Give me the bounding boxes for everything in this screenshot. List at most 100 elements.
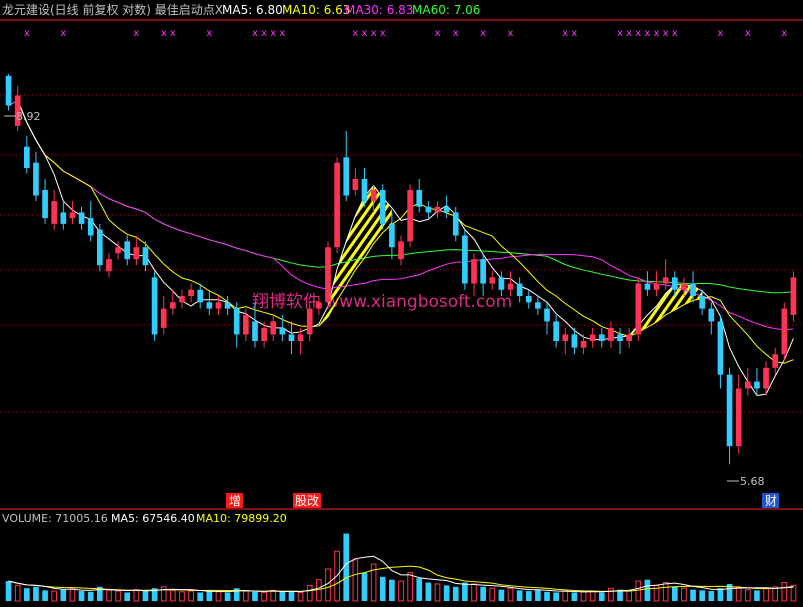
candle-down: [644, 283, 651, 290]
candle-down: [33, 162, 39, 196]
stock-chart[interactable]: xxxxxxxxxxxxxxxxxxxxxxxxxxxxxx 翔博软件 www.…: [0, 0, 803, 603]
candle-up: [261, 327, 267, 342]
signal-marker: x: [571, 28, 577, 39]
candle-up: [334, 162, 340, 248]
candle-down: [571, 334, 578, 348]
candle-down: [726, 374, 733, 447]
candle-up: [215, 302, 222, 309]
candle-up: [735, 388, 742, 447]
candle-down: [361, 178, 368, 202]
candle-up: [763, 367, 769, 389]
candle-up: [243, 314, 249, 335]
signal-marker: x: [672, 28, 678, 39]
volume-legend: VOLUME: 71005.16: [2, 512, 108, 525]
signal-marker: x: [161, 28, 167, 39]
ma30-legend: MA30: 6.83: [345, 3, 413, 17]
candle-down: [124, 241, 131, 260]
candle-down: [699, 295, 706, 309]
candle-up: [188, 289, 194, 296]
candle-down: [5, 75, 12, 106]
signal-marker: x: [24, 28, 30, 39]
candle-down: [525, 295, 532, 303]
signal-marker: x: [380, 28, 386, 39]
event-tag[interactable]: 财: [765, 494, 777, 508]
volume-bar-down: [5, 581, 12, 601]
candle-up: [106, 259, 112, 272]
candle-down: [60, 212, 67, 224]
candle-up: [772, 354, 779, 368]
candle-down: [279, 327, 286, 335]
volume-bar-down: [544, 591, 550, 601]
volume-bar-down: [717, 588, 724, 601]
volume-bar-down: [598, 592, 605, 601]
volume-bar-down: [425, 582, 432, 601]
candle-up: [744, 381, 751, 389]
candle-up: [662, 277, 669, 284]
signal-marker: x: [562, 28, 568, 39]
ma10-legend: MA10: 6.63: [282, 3, 350, 17]
signal-marker: x: [663, 28, 669, 39]
candle-down: [452, 212, 459, 236]
candle-down: [553, 321, 559, 342]
volume-bar-down: [690, 589, 696, 601]
candle-up: [407, 189, 413, 242]
candle-down: [288, 334, 295, 342]
candle-down: [224, 302, 231, 309]
candle-up: [306, 308, 313, 335]
candle-down: [343, 157, 350, 196]
candle-up: [297, 334, 304, 342]
candle-down: [96, 229, 103, 266]
candle-down: [516, 283, 523, 296]
candle-up: [790, 277, 797, 315]
candle-up: [51, 201, 58, 224]
signal-marker: x: [279, 28, 285, 39]
candle-up: [270, 321, 277, 335]
candle-down: [87, 218, 94, 236]
signal-marker: x: [717, 28, 723, 39]
volume-bar-down: [23, 588, 30, 601]
candle-up: [635, 283, 642, 335]
low-price-label: 5.68: [740, 475, 765, 488]
candle-down: [233, 308, 240, 335]
candle-up: [352, 178, 359, 190]
signal-marker: x: [635, 28, 641, 39]
volume-bar-down: [288, 591, 295, 601]
candle-down: [425, 206, 432, 213]
candle-down: [389, 223, 395, 248]
candle-down: [480, 259, 486, 284]
signal-marker: x: [133, 28, 139, 39]
candle-up: [653, 283, 660, 290]
candle-down: [252, 321, 258, 342]
event-tag[interactable]: 增: [229, 494, 241, 508]
volume-bar-down: [754, 590, 760, 601]
signal-marker: x: [361, 28, 367, 39]
volume-bar-down: [42, 590, 48, 601]
volume-bar-down: [361, 572, 368, 601]
candle-up: [589, 334, 596, 342]
ma5-legend: MA5: 6.80: [222, 3, 283, 17]
watermark: 翔博软件 www.xiangbosoft.com: [252, 292, 512, 312]
candle-up: [608, 327, 614, 342]
volume-bar-down: [224, 592, 231, 601]
signal-marker: x: [745, 28, 751, 39]
volume-bar-down: [452, 586, 459, 601]
candle-down: [23, 146, 30, 169]
candle-down: [151, 277, 158, 335]
volume-bar-down: [60, 589, 67, 601]
volume-bar-down: [78, 591, 85, 601]
volume-bar-down: [699, 590, 706, 601]
candle-up: [562, 334, 569, 342]
event-tag[interactable]: 股改: [295, 494, 319, 508]
volume-bar-down: [124, 592, 131, 601]
ma60-legend: MA60: 7.06: [412, 3, 480, 17]
candle-up: [580, 341, 587, 348]
signal-marker: x: [252, 28, 258, 39]
signal-marker: x: [781, 28, 787, 39]
volume-bar-down: [416, 578, 423, 601]
candle-up: [681, 283, 687, 290]
volume-bar-down: [571, 592, 578, 601]
candle-down: [671, 277, 678, 290]
candle-down: [206, 302, 213, 309]
signal-marker: x: [371, 28, 377, 39]
candle-down: [42, 189, 48, 219]
